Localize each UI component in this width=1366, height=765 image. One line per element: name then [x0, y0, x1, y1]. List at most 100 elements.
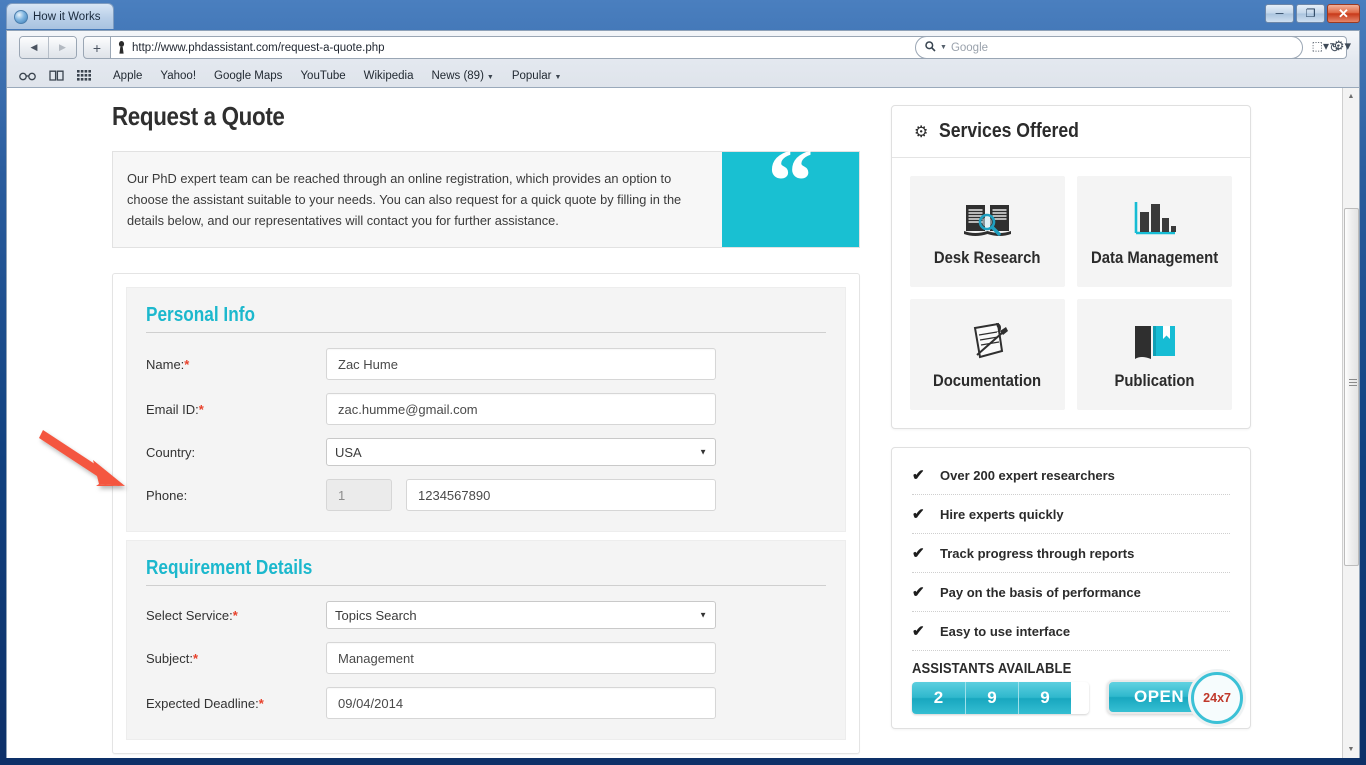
feature-text: Track progress through reports [940, 545, 1135, 561]
chevron-down-icon: ▼ [699, 447, 707, 457]
back-forward-group: ◀ ▶ [19, 36, 77, 59]
subject-input[interactable]: Management [326, 642, 716, 674]
site-favicon-icon [118, 41, 125, 54]
clock-badge-label: 24x7 [1203, 691, 1231, 705]
browser-tab[interactable]: How it Works [6, 3, 114, 29]
check-icon: ✔ [912, 545, 925, 562]
country-code-input[interactable]: 1 [326, 479, 392, 511]
bookmark-news-label: News (89) [431, 70, 484, 82]
deadline-label: Expected Deadline:* [146, 696, 326, 711]
minimize-button[interactable]: ─ [1265, 4, 1294, 23]
close-button[interactable]: ✕ [1327, 4, 1360, 23]
chevron-down-icon: ▼ [554, 74, 562, 81]
scrollbar-thumb[interactable] [1344, 208, 1359, 566]
search-placeholder: Google [950, 41, 989, 54]
back-button[interactable]: ◀ [20, 37, 48, 58]
field-row-subject: Subject:* Management [146, 642, 826, 674]
bookmark-yahoo[interactable]: Yahoo! [151, 70, 205, 82]
page-viewport: Request a Quote Our PhD expert team can … [6, 88, 1360, 758]
book-magnifier-icon [962, 195, 1014, 243]
new-tab-button[interactable]: + [83, 36, 111, 59]
deadline-label-text: Expected Deadline: [146, 695, 259, 711]
fieldset-title-personal: Personal Info [146, 304, 255, 326]
bookmark-news[interactable]: News (89) ▼ [423, 70, 503, 82]
check-icon: ✔ [912, 623, 925, 640]
bookmark-apple[interactable]: Apple [104, 70, 151, 82]
service-label: Publication [1114, 372, 1195, 390]
subject-label-text: Subject: [146, 650, 193, 666]
bookmark-popular[interactable]: Popular ▼ [503, 70, 571, 82]
service-select-value: Topics Search [335, 607, 417, 623]
assistants-available-label: ASSISTANTS AVAILABLE [912, 661, 1072, 677]
books-bookmark-icon [1131, 318, 1179, 366]
search-dropdown-caret-icon[interactable]: ▼ [940, 44, 947, 51]
fieldset-personal-info: Personal Info Name:* Zac Hume Email ID:*… [126, 287, 846, 532]
name-label: Name:* [146, 357, 326, 372]
required-asterisk: * [198, 401, 204, 417]
gear-icon[interactable]: ⚙▾ [1333, 38, 1351, 54]
clock-24x7-icon: 24x7 [1191, 672, 1244, 724]
services-header: ⚙ Services Offered [892, 106, 1250, 158]
scrollbar-grip-icon [1349, 379, 1357, 386]
country-select[interactable]: USA ▼ [326, 438, 716, 466]
required-asterisk: * [184, 356, 190, 372]
email-label: Email ID:* [146, 402, 326, 417]
sidebar: ⚙ Services Offered Desk Research Data Ma… [891, 105, 1251, 729]
email-input[interactable]: zac.humme@gmail.com [326, 393, 716, 425]
fieldset-requirement-details: Requirement Details Select Service:* Top… [126, 540, 846, 740]
service-select[interactable]: Topics Search ▼ [326, 601, 716, 629]
vertical-scrollbar[interactable]: ▲ ▼ [1342, 88, 1359, 758]
scroll-up-arrow-icon[interactable]: ▲ [1343, 88, 1359, 105]
name-input[interactable]: Zac Hume [326, 348, 716, 380]
email-label-text: Email ID: [146, 401, 199, 417]
required-asterisk: * [258, 695, 264, 711]
forward-button[interactable]: ▶ [48, 37, 76, 58]
service-tile-documentation[interactable]: Documentation [910, 299, 1065, 410]
grid-icon[interactable] [77, 69, 91, 83]
navigation-row: ◀ ▶ + http://www.phdassistant.com/reques… [7, 31, 1359, 64]
tab-title: How it Works [33, 10, 101, 23]
name-label-text: Name: [146, 356, 185, 372]
quote-form: Personal Info Name:* Zac Hume Email ID:*… [112, 273, 860, 754]
feature-item: ✔ Hire experts quickly [912, 495, 1230, 534]
quote-mark-icon: “ [722, 135, 859, 247]
services-offered-card: ⚙ Services Offered Desk Research Data Ma… [891, 105, 1251, 429]
assistants-digit: 2 [912, 682, 965, 714]
notepad-pencil-icon [966, 318, 1010, 366]
open-status-group: OPEN 24x7 [1107, 672, 1244, 724]
feature-text: Over 200 expert researchers [940, 467, 1115, 483]
page-actions-icon[interactable]: ⬚▾ [1312, 39, 1329, 53]
service-tile-data-management[interactable]: Data Management [1077, 176, 1232, 287]
maximize-button[interactable]: ❐ [1296, 4, 1325, 23]
services-grid: Desk Research Data Management Documentat… [892, 158, 1250, 428]
bookmark-google-maps[interactable]: Google Maps [205, 70, 291, 82]
phone-number-input[interactable]: 1234567890 [406, 479, 716, 511]
intro-text: Our PhD expert team can be reached throu… [127, 171, 682, 228]
services-heading: Services Offered [939, 120, 1080, 142]
service-label-text: Select Service: [146, 607, 233, 623]
assistants-digit: 9 [1018, 682, 1071, 714]
bookmark-wikipedia[interactable]: Wikipedia [355, 70, 423, 82]
features-card: ✔ Over 200 expert researchers ✔ Hire exp… [891, 447, 1251, 729]
scroll-down-arrow-icon[interactable]: ▼ [1343, 741, 1359, 758]
chevron-down-icon: ▼ [699, 610, 707, 620]
reader-glasses-icon[interactable] [19, 70, 36, 83]
service-tile-publication[interactable]: Publication [1077, 299, 1232, 410]
assistants-digit: 9 [965, 682, 1018, 714]
country-label: Country: [146, 444, 196, 460]
service-tile-desk-research[interactable]: Desk Research [910, 176, 1065, 287]
deadline-input[interactable]: 09/04/2014 [326, 687, 716, 719]
assistants-available-widget: ASSISTANTS AVAILABLE 2 9 9 OPEN 24x7 [912, 651, 1244, 724]
search-input[interactable]: ▼ Google [915, 36, 1303, 59]
feature-text: Hire experts quickly [940, 506, 1064, 522]
field-row-service: Select Service:* Topics Search ▼ [146, 601, 826, 629]
feature-text: Pay on the basis of performance [940, 584, 1141, 600]
bookmark-youtube[interactable]: YouTube [291, 70, 354, 82]
phone-group: 1 1234567890 [326, 479, 716, 511]
browser-toolbar: ◀ ▶ + http://www.phdassistant.com/reques… [6, 30, 1360, 88]
bookmark-popular-label: Popular [511, 70, 552, 82]
service-label: Data Management [1090, 249, 1219, 267]
required-asterisk: * [232, 607, 238, 623]
open-book-icon[interactable] [49, 70, 64, 83]
country-select-value: USA [335, 444, 362, 460]
